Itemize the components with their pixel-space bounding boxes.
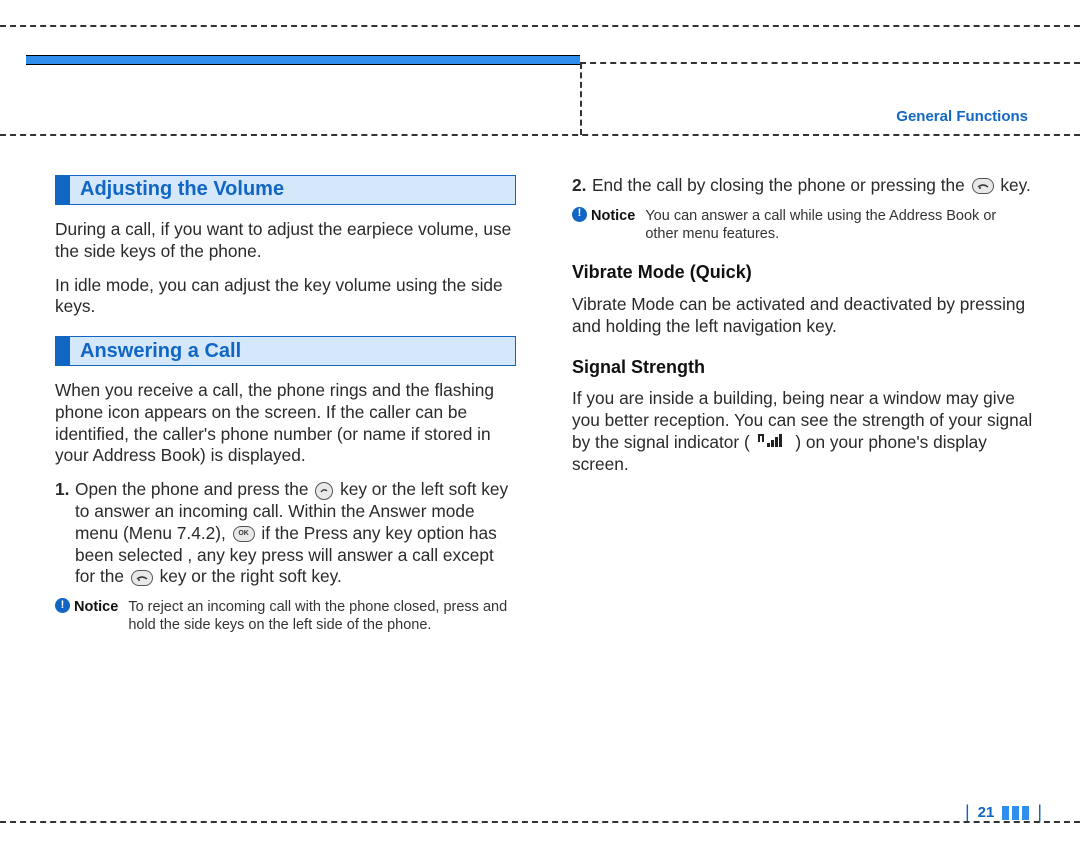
crop-mark-top-right [580, 62, 1080, 64]
footer-decoration-icon [1002, 806, 1029, 820]
running-header: General Functions [896, 108, 1028, 125]
body-paragraph: If you are inside a building, being near… [572, 388, 1033, 476]
crop-mark-vertical [580, 63, 582, 135]
right-column: 2. End the call by closing the phone or … [572, 175, 1033, 649]
notice-label: Notice [591, 207, 635, 225]
section-heading-volume: Adjusting the Volume [55, 175, 516, 205]
body-paragraph: Vibrate Mode can be activated and deacti… [572, 294, 1033, 338]
page-footer: | 21 | [965, 802, 1042, 823]
heading-text: Answering a Call [80, 339, 241, 364]
end-key-icon [131, 570, 153, 586]
numbered-step: 2. End the call by closing the phone or … [572, 175, 1033, 197]
step-number: 2. [572, 175, 592, 197]
notice-label-group: ! Notice [572, 207, 635, 244]
left-column: Adjusting the Volume During a call, if y… [55, 175, 516, 649]
body-paragraph: When you receive a call, the phone rings… [55, 380, 516, 467]
body-paragraph: During a call, if you want to adjust the… [55, 219, 516, 263]
subsection-heading-signal: Signal Strength [572, 356, 1033, 379]
content-area: Adjusting the Volume During a call, if y… [55, 175, 1033, 649]
notice-text: To reject an incoming call with the phon… [128, 598, 516, 635]
footer-divider-icon: | [1037, 802, 1042, 823]
heading-accent-bar [56, 337, 70, 365]
notice-label-group: ! Notice [55, 598, 118, 635]
header-blue-bar [26, 55, 580, 65]
info-icon: ! [55, 598, 70, 613]
subsection-heading-vibrate: Vibrate Mode (Quick) [572, 261, 1033, 284]
notice-block: ! Notice To reject an incoming call with… [55, 598, 516, 635]
send-key-icon [315, 482, 333, 500]
notice-label: Notice [74, 598, 118, 616]
end-key-icon [972, 178, 994, 194]
heading-text: Adjusting the Volume [80, 177, 284, 202]
crop-mark-header [0, 134, 1080, 136]
ok-key-icon: OK [233, 526, 255, 542]
crop-mark-bottom [0, 821, 1080, 823]
step-body: Open the phone and press the key or the … [75, 479, 516, 588]
notice-text: You can answer a call while using the Ad… [645, 207, 1033, 244]
body-paragraph: In idle mode, you can adjust the key vol… [55, 275, 516, 319]
step-body: End the call by closing the phone or pre… [592, 175, 1033, 197]
page-number: 21 [978, 804, 995, 821]
section-heading-answering: Answering a Call [55, 336, 516, 366]
step-number: 1. [55, 479, 75, 588]
heading-accent-bar [56, 176, 70, 204]
footer-divider-icon: | [965, 802, 970, 823]
manual-page: General Functions Adjusting the Volume D… [0, 0, 1080, 864]
notice-block: ! Notice You can answer a call while usi… [572, 207, 1033, 244]
crop-mark-top [0, 25, 1080, 27]
numbered-step: 1. Open the phone and press the key or t… [55, 479, 516, 588]
info-icon: ! [572, 207, 587, 222]
signal-strength-icon [758, 432, 788, 454]
